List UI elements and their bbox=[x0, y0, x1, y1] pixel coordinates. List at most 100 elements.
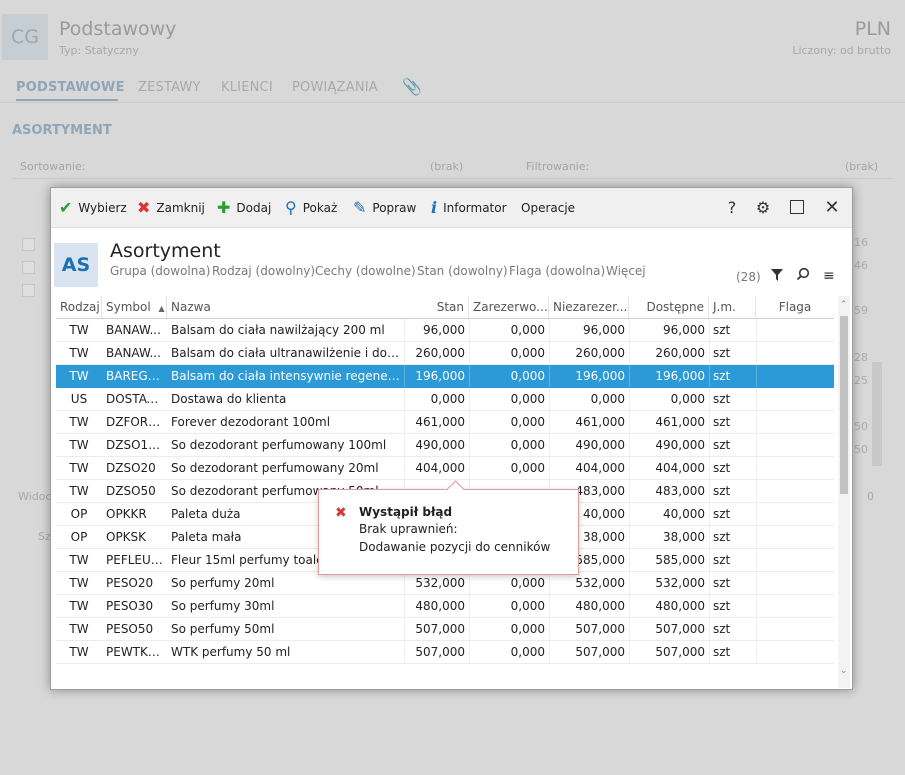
column-separator bbox=[756, 595, 757, 617]
edit-button[interactable]: ✎ Popraw bbox=[353, 188, 416, 227]
column-stan[interactable]: Stan bbox=[404, 296, 469, 318]
cell-stan: 196,000 bbox=[415, 369, 465, 383]
add-button-label: Dodaj bbox=[236, 200, 272, 215]
table-row[interactable]: TW DZSO100 So dezodorant perfumowany 100ml… bbox=[56, 434, 834, 457]
cell-symbol: DOSTAWA bbox=[106, 392, 166, 406]
pricelist-title: Podstawowy bbox=[59, 18, 177, 40]
cell-rodzaj: US bbox=[70, 392, 88, 406]
tab-zestawy[interactable]: ZESTAWY bbox=[138, 80, 201, 95]
operations-button[interactable]: Operacje bbox=[521, 188, 575, 227]
column-separator bbox=[469, 595, 470, 617]
column-separator bbox=[629, 365, 630, 387]
tab-podstawowe[interactable]: PODSTAWOWE bbox=[16, 80, 125, 95]
select-button[interactable]: ✔ Wybierz bbox=[59, 188, 127, 227]
cell-symbol: BANAW... bbox=[106, 346, 161, 360]
show-button[interactable]: ⚲ Pokaż bbox=[285, 188, 337, 227]
sort-divider bbox=[12, 178, 894, 179]
cell-symbol: OPKKR bbox=[106, 507, 147, 521]
cell-nazwa: Forever dezodorant 100ml bbox=[171, 415, 331, 429]
row-checkbox[interactable] bbox=[22, 284, 35, 297]
cell-rodzaj: TW bbox=[69, 576, 89, 590]
column-separator bbox=[756, 457, 757, 479]
table-row[interactable]: TW BANAW... Balsam do ciała ultranawilżeni… bbox=[56, 342, 834, 365]
cell-jm: szt bbox=[713, 461, 731, 475]
table-row[interactable]: TW DZFORE... Forever dezodorant 100ml 461,0… bbox=[56, 411, 834, 434]
column-dostepne[interactable]: Dostępne bbox=[629, 296, 709, 318]
maximize-icon[interactable] bbox=[787, 197, 807, 217]
add-button[interactable]: ✚ Dodaj bbox=[217, 188, 271, 227]
column-niezarezerwowane[interactable]: Niezarezer... bbox=[549, 296, 629, 318]
cell-rodzaj: TW bbox=[69, 484, 89, 498]
column-symbol[interactable]: Symbol ▲ bbox=[102, 296, 167, 318]
scroll-thumb[interactable] bbox=[840, 316, 848, 494]
column-separator bbox=[549, 365, 550, 387]
cell-nazwa: WTK perfumy 50 ml bbox=[171, 645, 291, 659]
pricelist-type: Typ: Statyczny bbox=[59, 44, 139, 57]
cell-stan: 260,000 bbox=[415, 346, 465, 360]
informator-button[interactable]: i Informator bbox=[431, 188, 507, 227]
column-separator bbox=[629, 595, 630, 617]
cell-niezarez: 196,000 bbox=[575, 369, 625, 383]
column-separator bbox=[404, 411, 405, 433]
cell-niezarez: 0,000 bbox=[590, 392, 625, 406]
funnel-icon[interactable] bbox=[770, 268, 784, 286]
cell-symbol: PESO30 bbox=[106, 599, 154, 613]
column-zarezerwowane[interactable]: Zarezerwo... bbox=[469, 296, 549, 318]
filter-value[interactable]: (brak) bbox=[845, 160, 878, 173]
column-rodzaj[interactable]: Rodzaj bbox=[56, 296, 102, 318]
column-separator bbox=[404, 618, 405, 640]
cell-rodzaj: TW bbox=[69, 323, 89, 337]
search-icon[interactable] bbox=[796, 267, 810, 285]
close-window-icon[interactable]: ✕ bbox=[822, 197, 842, 218]
sort-value[interactable]: (brak) bbox=[430, 160, 463, 173]
filter-stan[interactable]: Stan (dowolny) bbox=[417, 264, 508, 278]
table-row[interactable]: TW DZSO20 So dezodorant perfumowany 20ml 40… bbox=[56, 457, 834, 480]
cell-stan: 96,000 bbox=[423, 323, 465, 337]
table-row[interactable]: US DOSTAWA Dostawa do klienta 0,000 0,000 0,0… bbox=[56, 388, 834, 411]
cell-stan: 507,000 bbox=[415, 645, 465, 659]
help-icon[interactable]: ? bbox=[722, 197, 742, 217]
cell-zarez: 0,000 bbox=[510, 438, 545, 452]
row-checkbox[interactable] bbox=[22, 238, 35, 251]
cell-rodzaj: TW bbox=[69, 553, 89, 567]
tab-powiazania[interactable]: POWIĄZANIA bbox=[292, 80, 378, 95]
column-jm[interactable]: J.m. bbox=[709, 296, 756, 318]
filter-group[interactable]: Grupa (dowolna) bbox=[110, 264, 210, 278]
cell-stan: 461,000 bbox=[415, 415, 465, 429]
row-checkbox[interactable] bbox=[22, 261, 35, 274]
cell-niezarez: 480,000 bbox=[575, 599, 625, 613]
bg-scrollbar[interactable] bbox=[872, 362, 882, 466]
column-separator bbox=[709, 526, 710, 548]
cell-dostepne: 260,000 bbox=[655, 346, 705, 360]
table-row[interactable]: TW PESO30 So perfumy 30ml 480,000 0,000 480,0… bbox=[56, 595, 834, 618]
table-row[interactable]: TW PESO20 So perfumy 20ml 532,000 0,000 532,0… bbox=[56, 572, 834, 595]
cell-symbol: PEWTK50 bbox=[106, 645, 164, 659]
table-row[interactable]: TW PEWTK50 WTK perfumy 50 ml 507,000 0,000 50… bbox=[56, 641, 834, 664]
tab-klienci[interactable]: KLIENCI bbox=[221, 80, 273, 95]
filter-flaga[interactable]: Flaga (dowolna) bbox=[509, 264, 605, 278]
menu-icon[interactable]: ≡ bbox=[823, 268, 835, 284]
cell-jm: szt bbox=[713, 415, 731, 429]
assortment-dialog: ✔ Wybierz ✖ Zamknij ✚ Dodaj ⚲ Pokaż ✎ Po… bbox=[50, 187, 853, 690]
grid-scrollbar[interactable]: ⌃ ⌄ bbox=[838, 296, 850, 688]
gear-icon[interactable]: ⚙ bbox=[753, 197, 773, 217]
table-row[interactable]: TW BAREG200 Balsam do ciała intensywnie re… bbox=[56, 365, 834, 388]
column-separator bbox=[629, 503, 630, 525]
section-heading: ASORTYMENT bbox=[12, 123, 112, 138]
filter-rodzaj[interactable]: Rodzaj (dowolny) bbox=[212, 264, 315, 278]
cell-dostepne: 507,000 bbox=[655, 645, 705, 659]
scroll-up-icon[interactable]: ⌃ bbox=[840, 300, 848, 310]
close-button[interactable]: ✖ Zamknij bbox=[137, 188, 205, 227]
column-separator bbox=[404, 572, 405, 594]
filter-more[interactable]: Więcej bbox=[606, 264, 646, 278]
table-row[interactable]: TW PESO50 So perfumy 50ml 507,000 0,000 507,0… bbox=[56, 618, 834, 641]
column-separator bbox=[404, 388, 405, 410]
filter-cechy[interactable]: Cechy (dowolne) bbox=[315, 264, 416, 278]
attachment-icon[interactable]: 📎 bbox=[402, 77, 422, 96]
scroll-down-icon[interactable]: ⌄ bbox=[840, 666, 848, 676]
cell-dostepne: 40,000 bbox=[663, 507, 705, 521]
column-nazwa[interactable]: Nazwa bbox=[167, 296, 404, 318]
cell-rodzaj: TW bbox=[69, 438, 89, 452]
table-row[interactable]: TW BANAW... Balsam do ciała nawilżający 20… bbox=[56, 319, 834, 342]
column-flaga[interactable]: Flaga bbox=[756, 296, 834, 318]
